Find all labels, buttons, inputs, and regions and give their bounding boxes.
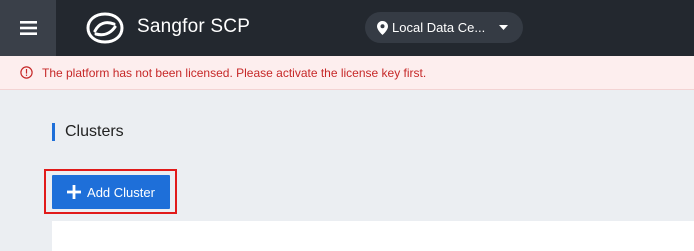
brand-name: Sangfor SCP (137, 16, 251, 37)
menu-toggle-button[interactable] (0, 0, 56, 56)
plus-icon (67, 185, 82, 199)
datacenter-label: Local Data Ce... (392, 20, 486, 35)
alert-message: The platform has not been licensed. Plea… (42, 65, 427, 80)
top-navbar: Sangfor SCP Local Data Ce... (0, 0, 694, 56)
map-pin-icon (377, 20, 388, 35)
hamburger-menu-icon (19, 21, 37, 35)
page-title: Clusters (52, 123, 124, 141)
license-alert-banner: The platform has not been licensed. Plea… (0, 56, 694, 90)
add-cluster-button[interactable]: Add Cluster (52, 175, 170, 209)
cluster-list-panel (52, 221, 694, 251)
info-circle-icon (20, 66, 33, 79)
sangfor-logo[interactable] (86, 12, 124, 44)
datacenter-selector[interactable]: Local Data Ce... (365, 12, 523, 43)
caret-down-icon (499, 25, 508, 30)
add-cluster-label: Add Cluster (87, 184, 155, 200)
